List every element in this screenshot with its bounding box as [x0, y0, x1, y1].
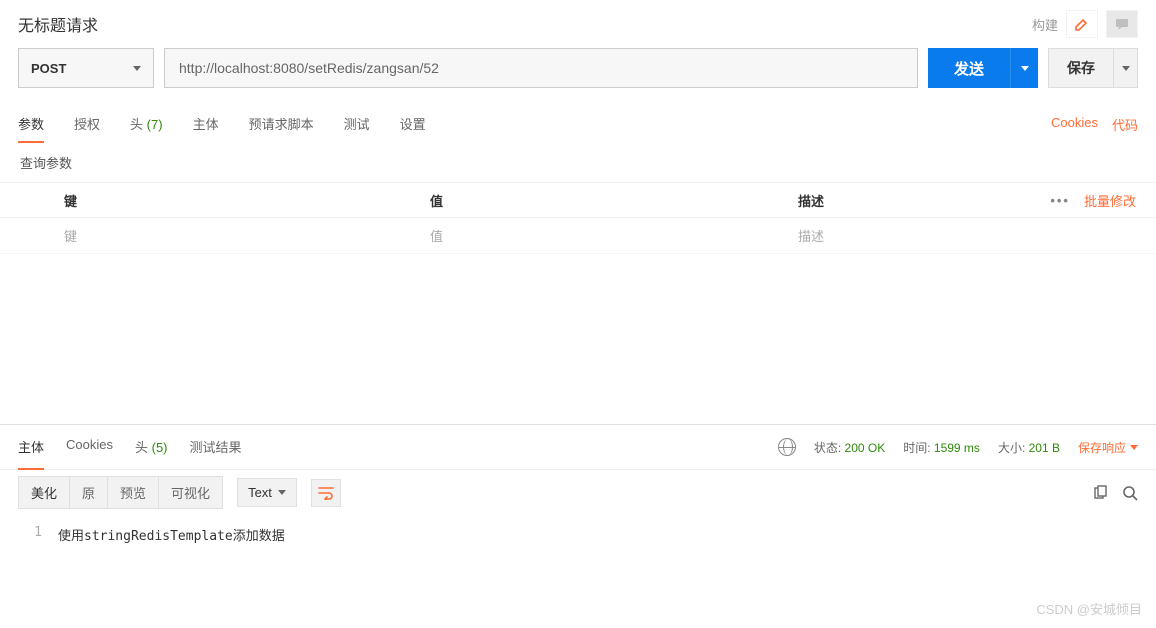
status-label: 状态: 200 OK	[814, 439, 885, 456]
watermark: CSDN @安城倾目	[1036, 599, 1142, 618]
search-icon[interactable]	[1122, 485, 1138, 501]
line-number: 1	[18, 525, 58, 544]
method-value: POST	[31, 61, 66, 76]
chevron-down-icon	[1021, 66, 1029, 71]
param-key-input[interactable]: 键	[60, 226, 422, 245]
edit-icon-button[interactable]	[1066, 10, 1098, 38]
request-tabs: 参数 授权 头 (7) 主体 预请求脚本 测试 设置	[18, 106, 426, 143]
chevron-down-icon	[1122, 66, 1130, 71]
comment-icon	[1114, 16, 1130, 32]
response-tabs: 主体 Cookies 头 (5) 测试结果	[18, 425, 242, 470]
response-content: 使用stringRedisTemplate添加数据	[58, 525, 285, 544]
save-options-button[interactable]	[1114, 48, 1138, 88]
cookies-link[interactable]: Cookies	[1051, 115, 1098, 134]
time-label: 时间: 1599 ms	[903, 439, 980, 456]
tab-params[interactable]: 参数	[18, 106, 44, 143]
tab-authorization[interactable]: 授权	[74, 106, 100, 143]
url-input[interactable]	[164, 48, 918, 88]
wrap-icon	[317, 486, 335, 500]
more-icon[interactable]: •••	[1050, 193, 1070, 208]
resp-tab-headers[interactable]: 头 (5)	[135, 425, 168, 470]
size-label: 大小: 201 B	[998, 439, 1060, 456]
send-options-button[interactable]	[1010, 48, 1038, 88]
save-response-button[interactable]: 保存响应	[1078, 439, 1138, 456]
resp-headers-count: (5)	[152, 440, 168, 455]
tab-body[interactable]: 主体	[193, 106, 219, 143]
col-header-value: 值	[422, 191, 790, 210]
code-link[interactable]: 代码	[1112, 115, 1138, 134]
globe-icon[interactable]	[778, 438, 796, 456]
mode-pretty[interactable]: 美化	[18, 476, 70, 509]
tab-headers[interactable]: 头 (7)	[130, 106, 163, 143]
resp-tab-cookies[interactable]: Cookies	[66, 425, 113, 470]
wrap-lines-button[interactable]	[311, 479, 341, 507]
resp-tab-testresults[interactable]: 测试结果	[190, 425, 242, 470]
mode-preview[interactable]: 预览	[108, 476, 159, 509]
param-row[interactable]: 键 值 描述	[0, 218, 1156, 254]
request-title: 无标题请求	[18, 12, 98, 36]
chevron-down-icon	[278, 490, 286, 495]
method-select[interactable]: POST	[18, 48, 154, 88]
tab-tests[interactable]: 测试	[344, 106, 370, 143]
content-type-select[interactable]: Text	[237, 478, 297, 507]
tab-prerequest[interactable]: 预请求脚本	[249, 106, 314, 143]
send-button[interactable]: 发送	[928, 48, 1010, 88]
copy-icon[interactable]	[1092, 485, 1108, 501]
param-desc-input[interactable]: 描述	[790, 226, 1156, 245]
tab-settings[interactable]: 设置	[400, 106, 426, 143]
save-button[interactable]: 保存	[1048, 48, 1114, 88]
query-params-heading: 查询参数	[0, 143, 1156, 182]
chevron-down-icon	[133, 66, 141, 71]
mode-raw[interactable]: 原	[70, 476, 108, 509]
build-button[interactable]: 构建	[1032, 15, 1058, 34]
pencil-icon	[1074, 16, 1090, 32]
param-value-input[interactable]: 值	[422, 226, 790, 245]
col-header-key: 键	[60, 191, 422, 210]
headers-count: (7)	[147, 117, 163, 132]
mode-visualize[interactable]: 可视化	[159, 476, 223, 509]
comment-icon-button[interactable]	[1106, 10, 1138, 38]
col-header-desc: 描述	[790, 191, 1050, 210]
resp-tab-body[interactable]: 主体	[18, 425, 44, 470]
chevron-down-icon	[1130, 445, 1138, 450]
bulk-edit-link[interactable]: 批量修改	[1084, 191, 1136, 210]
